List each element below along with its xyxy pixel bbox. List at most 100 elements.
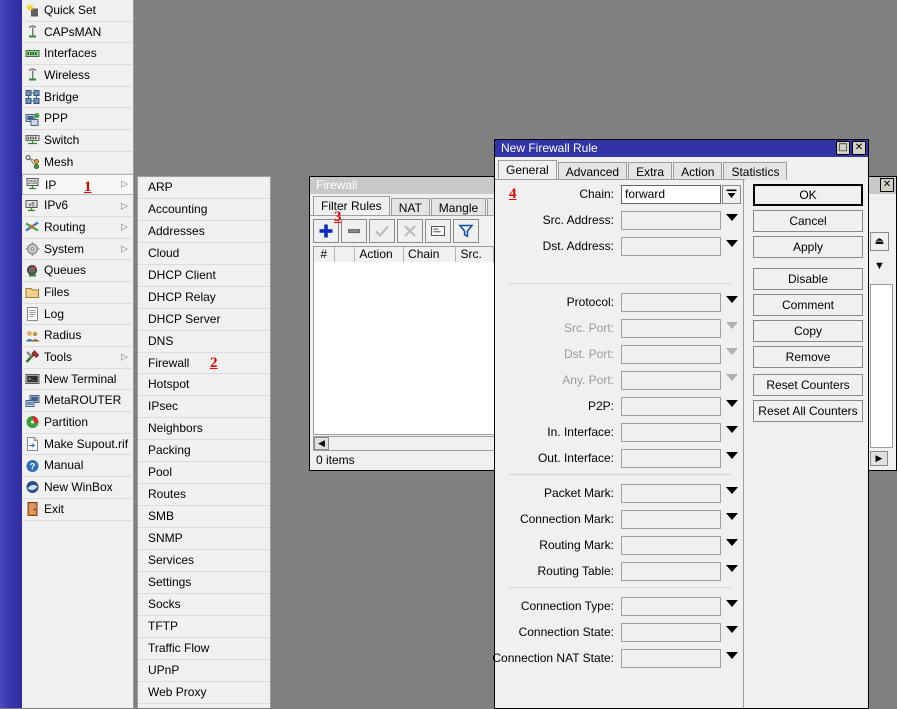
submenu-item-snmp[interactable]: SNMP <box>138 528 270 550</box>
chevron-down-icon-out-interface[interactable] <box>726 452 738 459</box>
sidebar-item-new-terminal[interactable]: >_ New Terminal <box>22 369 133 391</box>
sidebar-item-tools[interactable]: Tools ▷ <box>22 347 133 369</box>
sidebar-item-system[interactable]: System ▷ <box>22 239 133 261</box>
chevron-down-icon-connection-nat-state[interactable] <box>726 652 738 659</box>
field-input-routing-mark[interactable] <box>621 536 721 555</box>
sidebar-item-ipv6[interactable]: v6 IPv6 ▷ <box>22 195 133 217</box>
dialog-cancel-button[interactable]: Cancel <box>753 210 863 232</box>
submenu-item-ipsec[interactable]: IPsec <box>138 396 270 419</box>
submenu-item-addresses[interactable]: Addresses <box>138 221 270 243</box>
chevron-down-icon-p2p[interactable] <box>726 400 738 407</box>
dialog-tab-extra[interactable]: Extra <box>628 162 673 180</box>
firewall-horizontal-scrollbar[interactable]: ◀ <box>313 436 495 451</box>
background-combo-button[interactable]: ⏏ <box>870 232 889 251</box>
submenu-item-traffic-flow[interactable]: Traffic Flow <box>138 638 270 660</box>
submenu-item-tftp[interactable]: TFTP <box>138 616 270 638</box>
sidebar-item-new-winbox[interactable]: New WinBox <box>22 477 133 499</box>
submenu-item-dhcp-relay[interactable]: DHCP Relay <box>138 287 270 309</box>
submenu-item-cloud[interactable]: Cloud <box>138 243 270 265</box>
submenu-item-services[interactable]: Services <box>138 550 270 572</box>
sidebar-item-log[interactable]: Log <box>22 304 133 326</box>
chevron-down-icon-connection-mark[interactable] <box>726 513 738 520</box>
submenu-item-web-proxy[interactable]: Web Proxy <box>138 682 270 704</box>
submenu-item-dhcp-server[interactable]: DHCP Server <box>138 309 270 331</box>
sidebar-item-ip[interactable]: 255 IP ▷ <box>22 173 133 196</box>
field-input-out-interface[interactable] <box>621 449 721 468</box>
sidebar-item-switch[interactable]: Switch <box>22 130 133 152</box>
firewall-titlebar[interactable]: Firewall <box>310 177 498 194</box>
firewall-list-body[interactable] <box>313 262 495 435</box>
sidebar-item-mesh[interactable]: Mesh <box>22 152 133 174</box>
sidebar-item-quick-set[interactable]: Quick Set <box>22 0 133 22</box>
chevron-down-icon-dst-address[interactable] <box>726 240 738 247</box>
dialog-tab-action[interactable]: Action <box>673 162 723 180</box>
dialog-comment-button[interactable]: Comment <box>753 294 863 316</box>
column-header[interactable]: Chain <box>404 247 457 262</box>
chevron-down-icon-routing-table[interactable] <box>726 565 738 572</box>
chevron-down-icon-routing-mark[interactable] <box>726 539 738 546</box>
firewall-remove-button[interactable] <box>341 219 367 243</box>
field-input-packet-mark[interactable] <box>621 484 721 503</box>
dialog-copy-button[interactable]: Copy <box>753 320 863 342</box>
submenu-item-socks[interactable]: Socks <box>138 594 270 616</box>
sidebar-item-exit[interactable]: Exit <box>22 499 133 521</box>
submenu-item-pool[interactable]: Pool <box>138 462 270 485</box>
dialog-reset-all-counters-button[interactable]: Reset All Counters <box>753 400 863 422</box>
close-icon[interactable]: ✕ <box>852 141 866 155</box>
field-input-connection-nat-state[interactable] <box>621 649 721 668</box>
field-dropdown-button-chain[interactable] <box>722 185 741 204</box>
background-window-titlebar[interactable]: ✕ <box>867 177 896 194</box>
submenu-item-smb[interactable]: SMB <box>138 506 270 528</box>
sidebar-item-wireless[interactable]: Wireless <box>22 65 133 87</box>
firewall-tab-mangle[interactable]: Mangle <box>430 198 487 216</box>
dialog-reset-counters-button[interactable]: Reset Counters <box>753 374 863 396</box>
dialog-disable-button[interactable]: Disable <box>753 268 863 290</box>
dialog-tab-advanced[interactable]: Advanced <box>557 162 628 180</box>
submenu-item-upnp[interactable]: UPnP <box>138 660 270 682</box>
background-list-body[interactable] <box>870 284 893 448</box>
field-input-routing-table[interactable] <box>621 562 721 581</box>
column-header[interactable]: # <box>314 247 335 262</box>
submenu-item-accounting[interactable]: Accounting <box>138 199 270 221</box>
chevron-down-icon-in-interface[interactable] <box>726 426 738 433</box>
field-input-connection-type[interactable] <box>621 597 721 616</box>
chevron-down-icon-packet-mark[interactable] <box>726 487 738 494</box>
firewall-filter-button[interactable] <box>453 219 479 243</box>
sidebar-item-metarouter[interactable]: MetaROUTER <box>22 390 133 413</box>
sidebar-item-routing[interactable]: Routing ▷ <box>22 217 133 239</box>
firewall-tab-filter-rules[interactable]: Filter Rules <box>313 196 390 216</box>
background-scroll-right-arrow-icon[interactable]: ▶ <box>870 451 888 466</box>
field-input-in-interface[interactable] <box>621 423 721 442</box>
sidebar-item-interfaces[interactable]: Interfaces <box>22 43 133 66</box>
sidebar-item-files[interactable]: Files <box>22 282 133 304</box>
submenu-item-arp[interactable]: ARP <box>138 177 270 199</box>
column-header[interactable] <box>335 247 356 262</box>
sidebar-item-ppp[interactable]: PPP <box>22 108 133 131</box>
submenu-item-dns[interactable]: DNS <box>138 331 270 353</box>
sidebar-item-radius[interactable]: Radius <box>22 325 133 347</box>
submenu-item-routes[interactable]: Routes <box>138 484 270 507</box>
scroll-left-arrow-icon[interactable]: ◀ <box>314 437 329 450</box>
column-header[interactable]: Src. <box>456 247 495 262</box>
sidebar-item-bridge[interactable]: Bridge <box>22 87 133 109</box>
submenu-item-settings[interactable]: Settings <box>138 572 270 594</box>
chevron-down-icon-src-address[interactable] <box>726 214 738 221</box>
dialog-remove-button[interactable]: Remove <box>753 346 863 368</box>
sidebar-item-capsman[interactable]: CAPsMAN <box>22 22 133 44</box>
field-input-connection-mark[interactable] <box>621 510 721 529</box>
firewall-tab-nat[interactable]: NAT <box>390 198 430 216</box>
background-caret-icon[interactable]: ▼ <box>870 258 889 277</box>
dialog-ok-button[interactable]: OK <box>753 184 863 206</box>
submenu-item-hotspot[interactable]: Hotspot <box>138 374 270 397</box>
submenu-item-firewall[interactable]: Firewall <box>138 353 270 375</box>
firewall-comment-button[interactable] <box>425 219 451 243</box>
chevron-down-icon-protocol[interactable] <box>726 296 738 303</box>
chevron-down-icon-connection-type[interactable] <box>726 600 738 607</box>
field-input-chain[interactable]: forward <box>621 185 721 204</box>
submenu-item-neighbors[interactable]: Neighbors <box>138 418 270 441</box>
field-input-protocol[interactable] <box>621 293 721 312</box>
dialog-apply-button[interactable]: Apply <box>753 236 863 258</box>
column-header[interactable]: Action <box>355 247 405 262</box>
dialog-titlebar[interactable]: New Firewall Rule □ ✕ <box>495 140 868 157</box>
field-input-src-address[interactable] <box>621 211 721 230</box>
